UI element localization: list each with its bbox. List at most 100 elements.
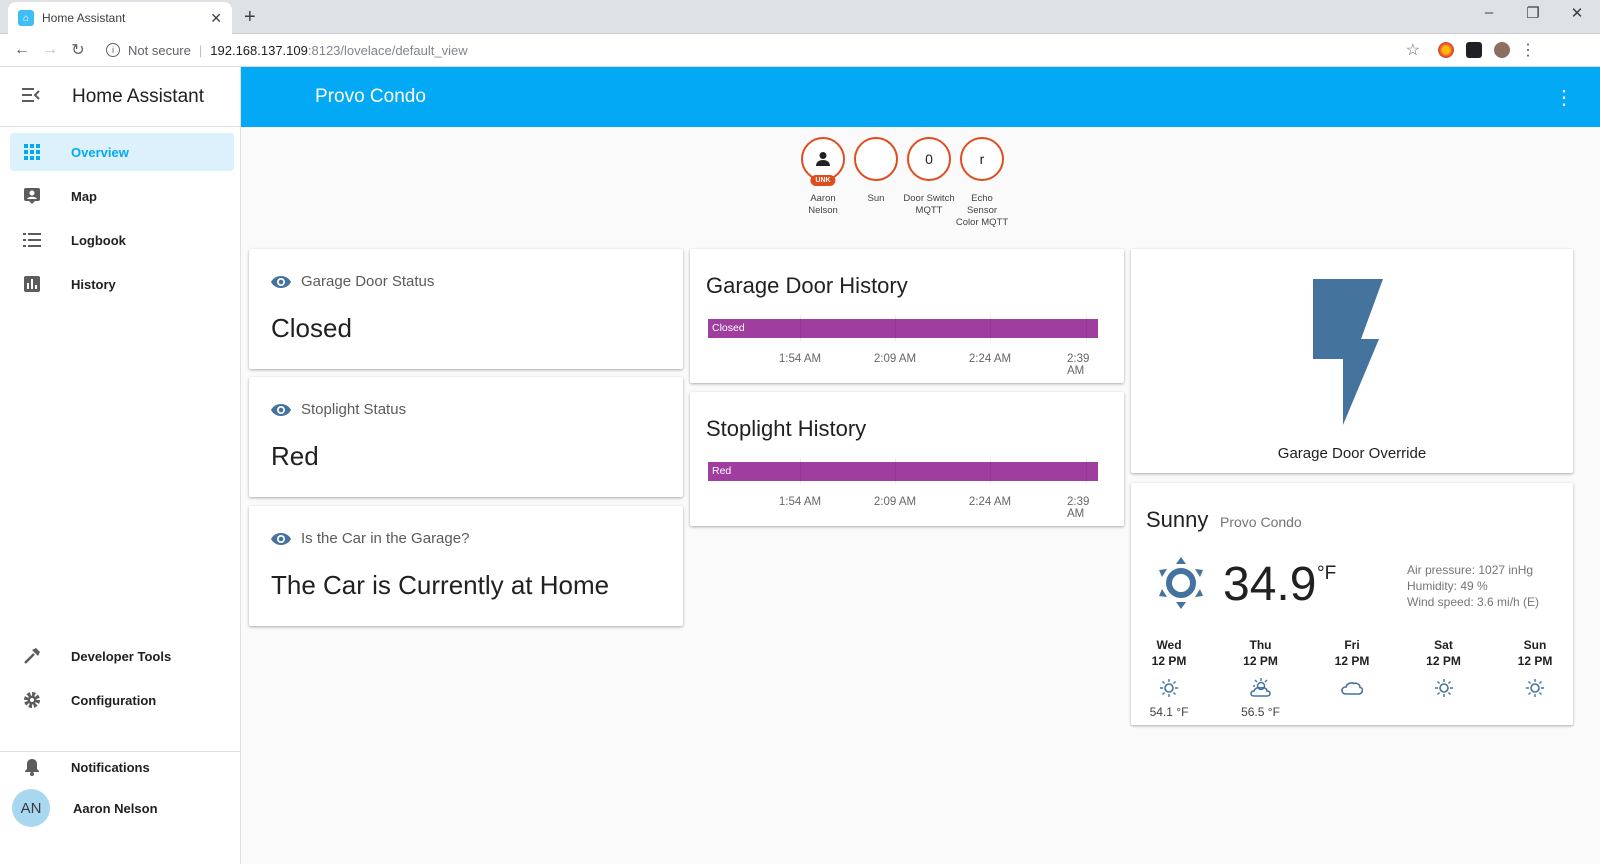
forecast-time: 12 PM (1517, 654, 1553, 668)
sidebar-item-history[interactable]: History (10, 265, 234, 303)
forecast: Wed 12 PM 54.1 °F Thu 12 PM 56.5 °F Fri … (1135, 637, 1569, 719)
info-icon[interactable]: i (106, 43, 120, 57)
map-icon (22, 186, 42, 206)
grid-icon (22, 142, 42, 162)
entity-card-garage-door[interactable]: Garage Door Status Closed (249, 249, 683, 369)
badge-label: Aaron Nelson (808, 193, 838, 216)
sidebar-item-profile[interactable]: AN Aaron Nelson (10, 789, 234, 827)
forecast-day-name: Fri (1344, 638, 1360, 652)
card-value: Closed (271, 313, 352, 343)
card-title: Garage Door Status (301, 273, 435, 290)
bookmark-star-icon[interactable]: ☆ (1406, 40, 1420, 60)
entity-card-car-presence[interactable]: Is the Car in the Garage? The Car is Cur… (249, 506, 683, 626)
forecast-day: Sun 12 PM (1501, 637, 1569, 719)
sidebar-item-label: Logbook (71, 232, 126, 248)
sidebar-item-configuration[interactable]: Configuration (10, 681, 234, 719)
avatar: AN (12, 789, 50, 827)
user-name: Aaron Nelson (73, 800, 158, 816)
new-tab-button[interactable]: + (244, 6, 256, 29)
moon-icon (873, 151, 881, 167)
eye-icon (271, 403, 291, 416)
card-title: Is the Car in the Garage? (301, 530, 470, 547)
profile-avatar-icon[interactable] (1494, 42, 1510, 58)
card-header: Is the Car in the Garage? (271, 530, 469, 547)
badge-echo-sensor[interactable]: r Echo Sensor Color MQTT (956, 137, 1008, 229)
air-pressure: Air pressure: 1027 inHg (1407, 563, 1534, 577)
sidebar-item-label: History (71, 276, 116, 292)
status-badge: UNK (810, 175, 836, 186)
browser-tab[interactable]: ⌂ Home Assistant ✕ (8, 2, 232, 34)
cloud-icon (1318, 673, 1386, 703)
forward-icon[interactable]: → (36, 41, 64, 59)
badge-sun[interactable]: Sun (854, 137, 898, 229)
time-tick: 1:54 AM (778, 496, 822, 508)
sidebar-header: Home Assistant (0, 67, 240, 127)
gridline (800, 315, 801, 341)
chart-icon (22, 274, 42, 294)
sidebar-item-developer-tools[interactable]: Developer Tools (10, 637, 234, 675)
time-tick: 2:24 AM (968, 353, 1012, 365)
tab-close-icon[interactable]: ✕ (210, 10, 222, 27)
time-tick: 2:39 AM (1067, 353, 1090, 377)
badge-row: UNK Aaron Nelson Sun 0 Door Switch MQTT … (801, 137, 1008, 229)
humidity: Humidity: 49 % (1407, 579, 1488, 593)
sidebar-item-map[interactable]: Map (10, 177, 234, 215)
sun-icon (1410, 673, 1478, 703)
dashboard: UNK Aaron Nelson Sun 0 Door Switch MQTT … (241, 127, 1600, 864)
badge-label: Door Switch MQTT (903, 193, 955, 216)
badge-door-switch[interactable]: 0 Door Switch MQTT (903, 137, 955, 229)
sidebar-item-label: Map (71, 188, 97, 204)
gridline (895, 315, 896, 341)
weather-state: Sunny (1146, 507, 1209, 532)
badge-value: r (979, 151, 985, 167)
badge-label: Echo Sensor Color MQTT (955, 193, 1009, 228)
forecast-time: 12 PM (1426, 654, 1461, 668)
browser-menu-icon[interactable]: ⋮ (1520, 40, 1536, 60)
address-bar[interactable]: i Not secure | 192.168.137.109 :8123/lov… (100, 37, 1420, 63)
forecast-day: Wed 12 PM 54.1 °F (1135, 637, 1203, 719)
menu-collapse-icon[interactable] (22, 86, 52, 107)
timeline-bar[interactable]: Red (708, 462, 1098, 481)
flash-icon (1313, 279, 1383, 425)
sidebar-item-logbook[interactable]: Logbook (10, 221, 234, 259)
history-card-stoplight: Stoplight History Red 1:54 AM 2:09 AM 2:… (690, 392, 1124, 526)
sidebar-item-label: Developer Tools (71, 648, 172, 664)
timeline-bar[interactable]: Closed (708, 319, 1098, 338)
back-icon[interactable]: ← (8, 41, 36, 59)
extension-icon[interactable] (1438, 42, 1454, 58)
more-options-icon[interactable]: ⋮ (1554, 85, 1574, 110)
card-title: Stoplight Status (301, 401, 407, 418)
security-label: Not secure (128, 42, 191, 58)
sidebar-item-notifications[interactable]: Notifications (10, 748, 234, 786)
tab-title: Home Assistant (42, 11, 126, 25)
weather-attributes: Air pressure: 1027 inHg Humidity: 49 % W… (1407, 562, 1539, 610)
forecast-day: Fri 12 PM (1318, 637, 1386, 719)
card-title: Garage Door History (706, 273, 908, 298)
button-card-garage-override[interactable]: Garage Door Override (1131, 249, 1573, 473)
reload-icon[interactable]: ↻ (64, 40, 92, 60)
badge-person[interactable]: UNK Aaron Nelson (801, 137, 845, 229)
forecast-time: 12 PM (1334, 654, 1370, 668)
forecast-day-name: Sun (1523, 638, 1547, 652)
badge-value: 0 (925, 151, 933, 167)
eye-icon (271, 532, 291, 545)
restore-icon[interactable]: ❐ (1522, 4, 1544, 22)
sidebar-item-label: Notifications (71, 759, 150, 775)
forecast-temp: 54.1 °F (1149, 705, 1189, 719)
url-host: 192.168.137.109 (210, 42, 308, 58)
sidebar-item-overview[interactable]: Overview (10, 133, 234, 171)
sidebar: Home Assistant Overview Map Logbook Hist… (0, 67, 241, 864)
gridline (800, 458, 801, 484)
minimize-icon[interactable]: – (1478, 4, 1500, 22)
weather-card[interactable]: Sunny Provo Condo 34.9 °F Air pressure: … (1131, 483, 1573, 725)
sun-icon (1501, 673, 1569, 703)
time-tick: 2:39 AM (1067, 496, 1090, 520)
entity-card-stoplight[interactable]: Stoplight Status Red (249, 377, 683, 497)
weather-unit: °F (1317, 563, 1337, 584)
time-tick: 2:09 AM (873, 353, 917, 365)
separator: | (198, 42, 203, 58)
extension-icon[interactable] (1466, 42, 1482, 58)
sidebar-item-label: Configuration (71, 692, 157, 708)
close-window-icon[interactable]: ✕ (1566, 4, 1588, 22)
gridline (990, 315, 991, 341)
